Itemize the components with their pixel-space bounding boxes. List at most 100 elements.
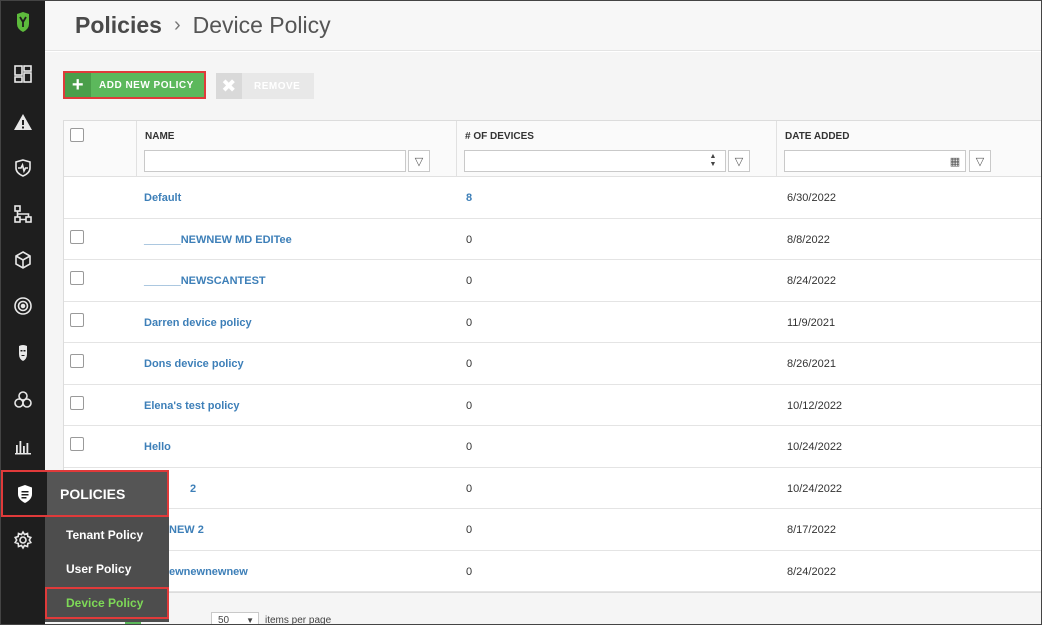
devices-filter-input[interactable] — [464, 150, 726, 172]
name-filter-icon[interactable]: ▽ — [408, 150, 430, 172]
devices-filter-icon[interactable]: ▽ — [728, 150, 750, 172]
policy-name-link[interactable]: Hello — [144, 441, 171, 453]
network-icon[interactable] — [1, 199, 45, 229]
date-added: 10/24/2022 — [787, 441, 843, 453]
devices-spinner[interactable]: ▲ ▼ — [703, 150, 723, 172]
policy-name-link[interactable]: Elena's test policy — [144, 400, 240, 412]
row-checkbox[interactable] — [70, 312, 84, 327]
date-added: 6/30/2022 — [787, 192, 836, 204]
date-added: 10/12/2022 — [787, 399, 843, 412]
policies-submenu: Tenant Policy User Policy Device Policy — [45, 517, 169, 622]
device-count: 0 — [466, 316, 473, 329]
remove-x-icon: ✖ — [216, 73, 242, 99]
device-count: 0 — [466, 565, 473, 578]
table-row[interactable]: Hello 0 10/24/2022 — [64, 426, 1041, 468]
biohazard-icon[interactable] — [1, 385, 45, 415]
column-header-devices: # OF DEVICES ▲ ▼ ▽ — [456, 121, 776, 177]
page-size-value: 50 — [218, 615, 230, 625]
date-added: 8/17/2022 — [787, 524, 836, 536]
device-count: 0 — [466, 482, 473, 495]
date-added: 10/24/2022 — [787, 482, 843, 495]
policy-name-link[interactable]: Darren device policy — [144, 317, 252, 329]
name-filter-input[interactable] — [144, 150, 406, 172]
plus-icon: + — [65, 73, 91, 97]
table-row[interactable]: NEW 2 0 8/17/2022 — [64, 509, 1041, 551]
date-added: 8/24/2022 — [787, 275, 836, 287]
main-content: + ADD NEW POLICY ✖ REMOVE NAME ▽ # OF DE… — [45, 52, 1041, 624]
device-count: 0 — [466, 441, 473, 453]
date-filter-input[interactable] — [784, 150, 966, 172]
table-row[interactable]: ewnewnewnew 0 8/24/2022 — [64, 550, 1041, 592]
device-count: 0 — [466, 233, 473, 246]
table-row[interactable]: Elena's test policy 0 10/12/2022 — [64, 384, 1041, 426]
table-row[interactable]: ______NEWNEW MD EDITee 0 8/8/2022 — [64, 218, 1041, 260]
date-added: 8/24/2022 — [787, 565, 836, 578]
chevron-down-icon: ▼ — [246, 616, 254, 625]
policy-name-link[interactable]: Dons device policy — [144, 358, 244, 370]
date-added: 8/26/2021 — [787, 358, 836, 370]
table-row[interactable]: Darren device policy 0 11/9/2021 — [64, 301, 1041, 343]
table-header: NAME ▽ # OF DEVICES ▲ ▼ ▽ DATE ADDED ▦ ▽ — [64, 121, 1041, 177]
breadcrumb-root[interactable]: Policies — [75, 12, 162, 39]
menu-item-user-policy[interactable]: User Policy — [45, 553, 169, 585]
breadcrumb: Policies › Device Policy — [45, 1, 1041, 51]
policy-name-link[interactable]: NEW 2 — [169, 524, 204, 536]
row-checkbox[interactable] — [70, 354, 84, 368]
row-checkbox[interactable] — [70, 395, 84, 410]
date-filter-icon[interactable]: ▽ — [969, 150, 991, 172]
table-row[interactable]: 2 0 10/24/2022 — [64, 467, 1041, 509]
policies-menu-header[interactable]: POLICIES — [1, 470, 169, 517]
menu-item-device-policy[interactable]: Device Policy — [45, 587, 169, 619]
policy-name-link[interactable]: ______NEWSCANTEST — [144, 275, 266, 287]
menu-item-tenant-policy[interactable]: Tenant Policy — [45, 519, 169, 551]
dashboard-icon[interactable] — [1, 59, 45, 89]
table-row[interactable]: ______NEWSCANTEST 0 8/24/2022 — [64, 260, 1041, 302]
policy-name-link[interactable]: 2 — [190, 483, 196, 495]
calendar-icon[interactable]: ▦ — [944, 150, 966, 172]
policies-menu-title: POLICIES — [47, 472, 167, 515]
page-size-select[interactable]: 50 ▼ — [211, 612, 259, 625]
sidebar — [1, 1, 45, 624]
column-label-date: DATE ADDED — [785, 131, 850, 142]
policy-name-link[interactable]: Default — [144, 192, 181, 204]
settings-gear-icon[interactable] — [1, 525, 45, 555]
user-mask-icon[interactable] — [1, 338, 45, 368]
table-row[interactable]: Dons device policy 0 8/26/2021 — [64, 343, 1041, 385]
date-added: 11/9/2021 — [787, 316, 836, 329]
target-icon[interactable] — [1, 291, 45, 321]
device-count: 0 — [466, 275, 473, 287]
device-count-link[interactable]: 8 — [466, 192, 472, 204]
column-header-name: NAME ▽ — [136, 121, 456, 177]
row-checkbox[interactable] — [70, 229, 84, 244]
date-added: 8/8/2022 — [787, 233, 830, 246]
device-count: 0 — [466, 524, 473, 536]
policy-name-link[interactable]: ewnewnewnew — [169, 566, 248, 578]
remove-label: REMOVE — [254, 80, 301, 92]
alert-icon[interactable] — [1, 107, 45, 137]
remove-button[interactable]: ✖ REMOVE — [216, 73, 314, 99]
pager: 50 ▼ items per page — [63, 606, 1041, 625]
device-count: 0 — [466, 358, 473, 370]
spin-down-icon[interactable]: ▼ — [710, 161, 717, 169]
policies-table: NAME ▽ # OF DEVICES ▲ ▼ ▽ DATE ADDED ▦ ▽… — [63, 120, 1041, 593]
add-new-policy-label: ADD NEW POLICY — [99, 79, 194, 91]
column-label-name: NAME — [145, 131, 175, 142]
row-checkbox[interactable] — [70, 437, 84, 451]
cube-icon[interactable] — [1, 245, 45, 275]
row-checkbox[interactable] — [70, 271, 84, 285]
policies-shield-icon — [3, 472, 47, 515]
brand-logo-icon[interactable] — [1, 7, 45, 37]
select-all-checkbox[interactable] — [70, 128, 84, 142]
reports-chart-icon[interactable] — [1, 431, 45, 461]
items-per-page-label: items per page — [265, 615, 332, 625]
spin-up-icon[interactable]: ▲ — [710, 153, 717, 161]
device-count: 0 — [466, 399, 473, 412]
column-header-date: DATE ADDED ▦ ▽ — [776, 121, 1041, 177]
policy-name-link[interactable]: ______NEWNEW MD EDITee — [144, 234, 292, 246]
table-row[interactable]: Default 8 6/30/2022 — [64, 177, 1041, 219]
shield-pulse-icon[interactable] — [1, 153, 45, 183]
add-new-policy-button[interactable]: + ADD NEW POLICY — [63, 71, 206, 99]
page-title: Device Policy — [192, 12, 331, 38]
app-frame: Policies › Device Policy + ADD NEW POLIC… — [0, 0, 1042, 625]
column-label-devices: # OF DEVICES — [465, 131, 534, 142]
